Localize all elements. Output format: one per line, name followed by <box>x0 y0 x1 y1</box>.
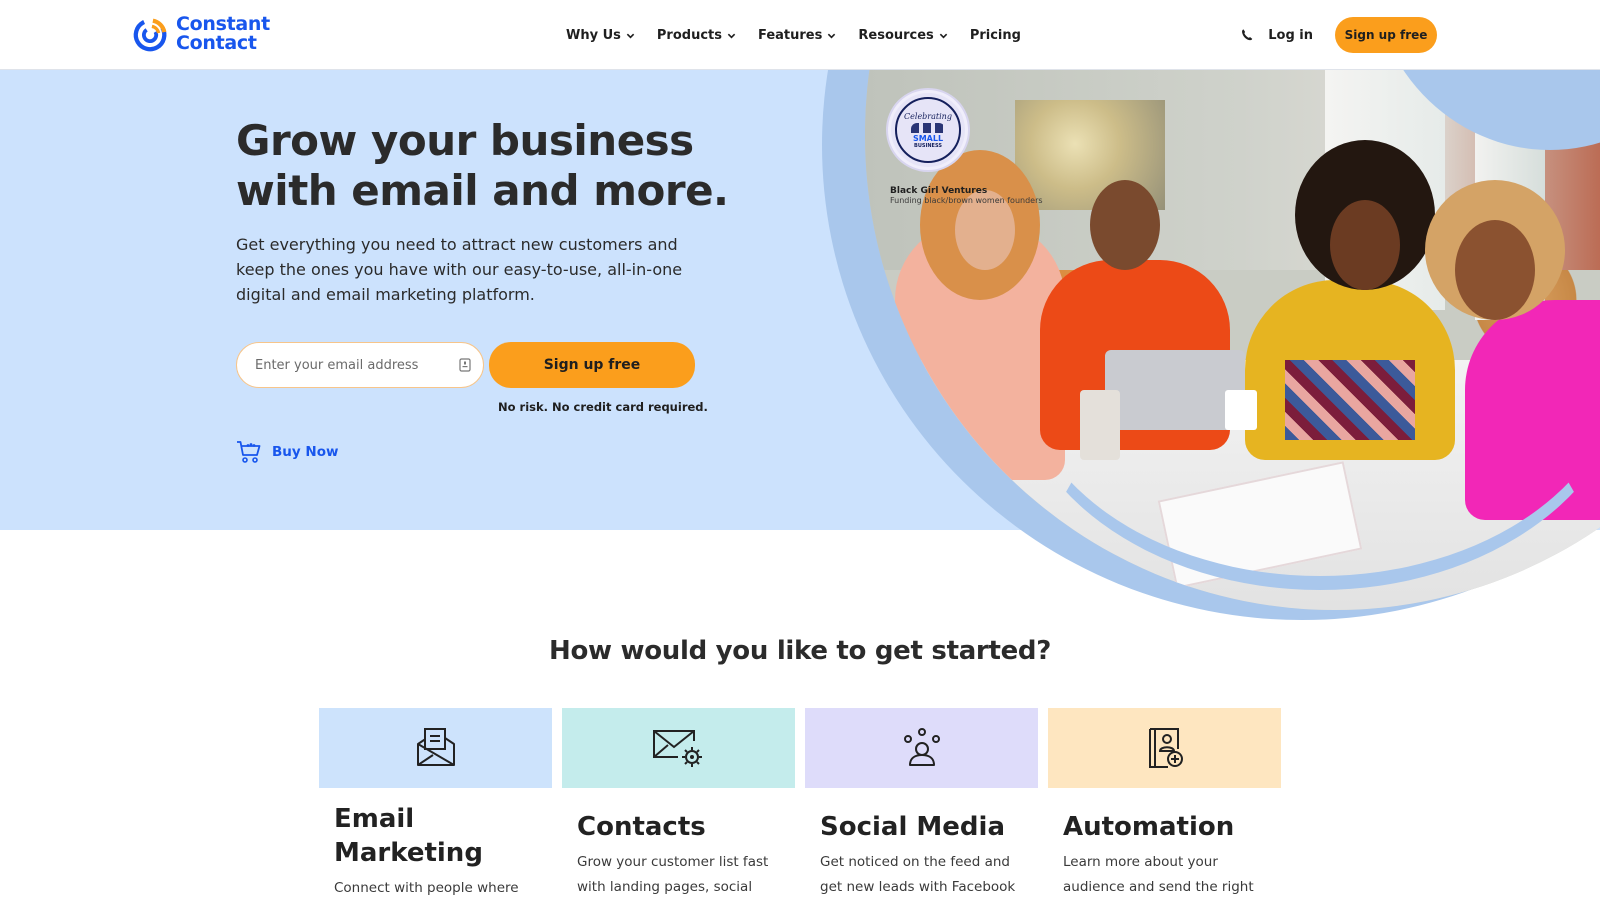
nav-pricing[interactable]: Pricing <box>970 28 1021 43</box>
photo-person <box>1465 300 1600 520</box>
chevron-down-icon <box>727 33 736 38</box>
nav-label: Why Us <box>566 27 621 43</box>
card-icon-panel <box>1048 708 1281 788</box>
card-title: Automation <box>1063 812 1235 842</box>
card-icon-panel <box>562 708 795 788</box>
card-contacts[interactable]: Contacts Grow your customer list fast wi… <box>562 708 795 900</box>
card-description: Grow your customer list fast with landin… <box>577 854 769 895</box>
photo-face <box>1090 180 1160 270</box>
contact-book-add-icon <box>1148 728 1183 768</box>
phone-icon[interactable] <box>1240 28 1254 42</box>
card-email-marketing[interactable]: Email Marketing Connect with people wher… <box>319 708 552 900</box>
card-description: Get noticed on the feed and get new lead… <box>820 854 1016 895</box>
autofill-icon[interactable] <box>459 358 471 372</box>
nav-features[interactable]: Features <box>758 28 836 43</box>
no-risk-note: No risk. No credit card required. <box>498 400 708 414</box>
card-title: Social Media <box>820 812 1005 842</box>
badge-ring: Celebrating SMALL BUSINESS <box>895 97 961 163</box>
storefront-icon <box>911 122 945 133</box>
get-started-title: How would you like to get started? <box>548 636 1052 666</box>
card-icon-panel <box>805 708 1038 788</box>
hero-title: Grow your business with email and more. <box>236 116 729 215</box>
photo-face <box>1330 200 1400 290</box>
shopping-cart-icon <box>237 441 261 463</box>
card-title: Email Marketing <box>334 804 483 868</box>
card-description: Learn more about your audience and send … <box>1063 854 1254 895</box>
nav-label: Features <box>757 27 823 43</box>
celebrating-small-business-badge: Celebrating SMALL BUSINESS <box>888 90 968 170</box>
hero-signup-button[interactable]: Sign up free <box>489 342 695 388</box>
photo-pattern <box>1285 360 1415 440</box>
envelope-gear-icon <box>652 730 702 767</box>
nav-label: Resources <box>858 27 934 43</box>
email-field-wrapper <box>236 342 484 388</box>
card-title: Contacts <box>577 812 706 842</box>
photo-cup <box>1225 390 1257 430</box>
nav-resources[interactable]: Resources <box>858 27 948 43</box>
email-input[interactable] <box>255 357 459 373</box>
photo-cup <box>1080 390 1120 460</box>
card-social-media[interactable]: Social Media Get noticed on the feed and… <box>805 708 1038 900</box>
nav-products[interactable]: Products <box>657 28 736 43</box>
caption-subtitle: Funding black/brown women founders <box>890 196 1043 205</box>
login-link[interactable]: Log in <box>1268 28 1313 43</box>
badge-line-1: SMALL <box>912 133 944 143</box>
chevron-down-icon <box>828 33 836 38</box>
main-nav: Why Us Products Features Resources Prici… <box>566 0 1021 70</box>
chevron-down-icon <box>939 33 948 38</box>
social-people-icon <box>903 728 940 766</box>
constant-contact-logo[interactable]: Constant Contact <box>132 15 270 53</box>
chevron-down-icon <box>626 33 635 38</box>
site-header: Constant Contact Why Us Products Feature… <box>0 0 1600 70</box>
photo-laptop <box>1105 350 1245 430</box>
open-envelope-icon <box>416 728 455 766</box>
logo-mark-icon <box>133 18 167 52</box>
buy-now-label: Buy Now <box>272 444 339 460</box>
caption-title: Black Girl Ventures <box>890 186 988 196</box>
hero-subtitle: Get everything you need to attract new c… <box>236 235 683 304</box>
buy-now-link[interactable]: Buy Now <box>236 440 338 464</box>
nav-label: Pricing <box>969 27 1021 43</box>
card-description: Connect with people where <box>334 880 519 896</box>
photo-caption: Black Girl Ventures Funding black/brown … <box>890 186 1043 205</box>
card-icon-panel <box>319 708 552 788</box>
header-signup-button[interactable]: Sign up free <box>1335 17 1437 53</box>
nav-label: Products <box>656 27 722 43</box>
badge-top-text: Celebrating <box>904 111 952 121</box>
header-actions: Log in Sign up free <box>1240 0 1437 70</box>
logo-line-2: Contact <box>176 32 257 54</box>
badge-line-2: BUSINESS <box>914 142 942 149</box>
photo-face <box>1455 220 1535 320</box>
nav-why-us[interactable]: Why Us <box>566 28 635 43</box>
card-automation[interactable]: Automation Learn more about your audienc… <box>1048 708 1281 900</box>
